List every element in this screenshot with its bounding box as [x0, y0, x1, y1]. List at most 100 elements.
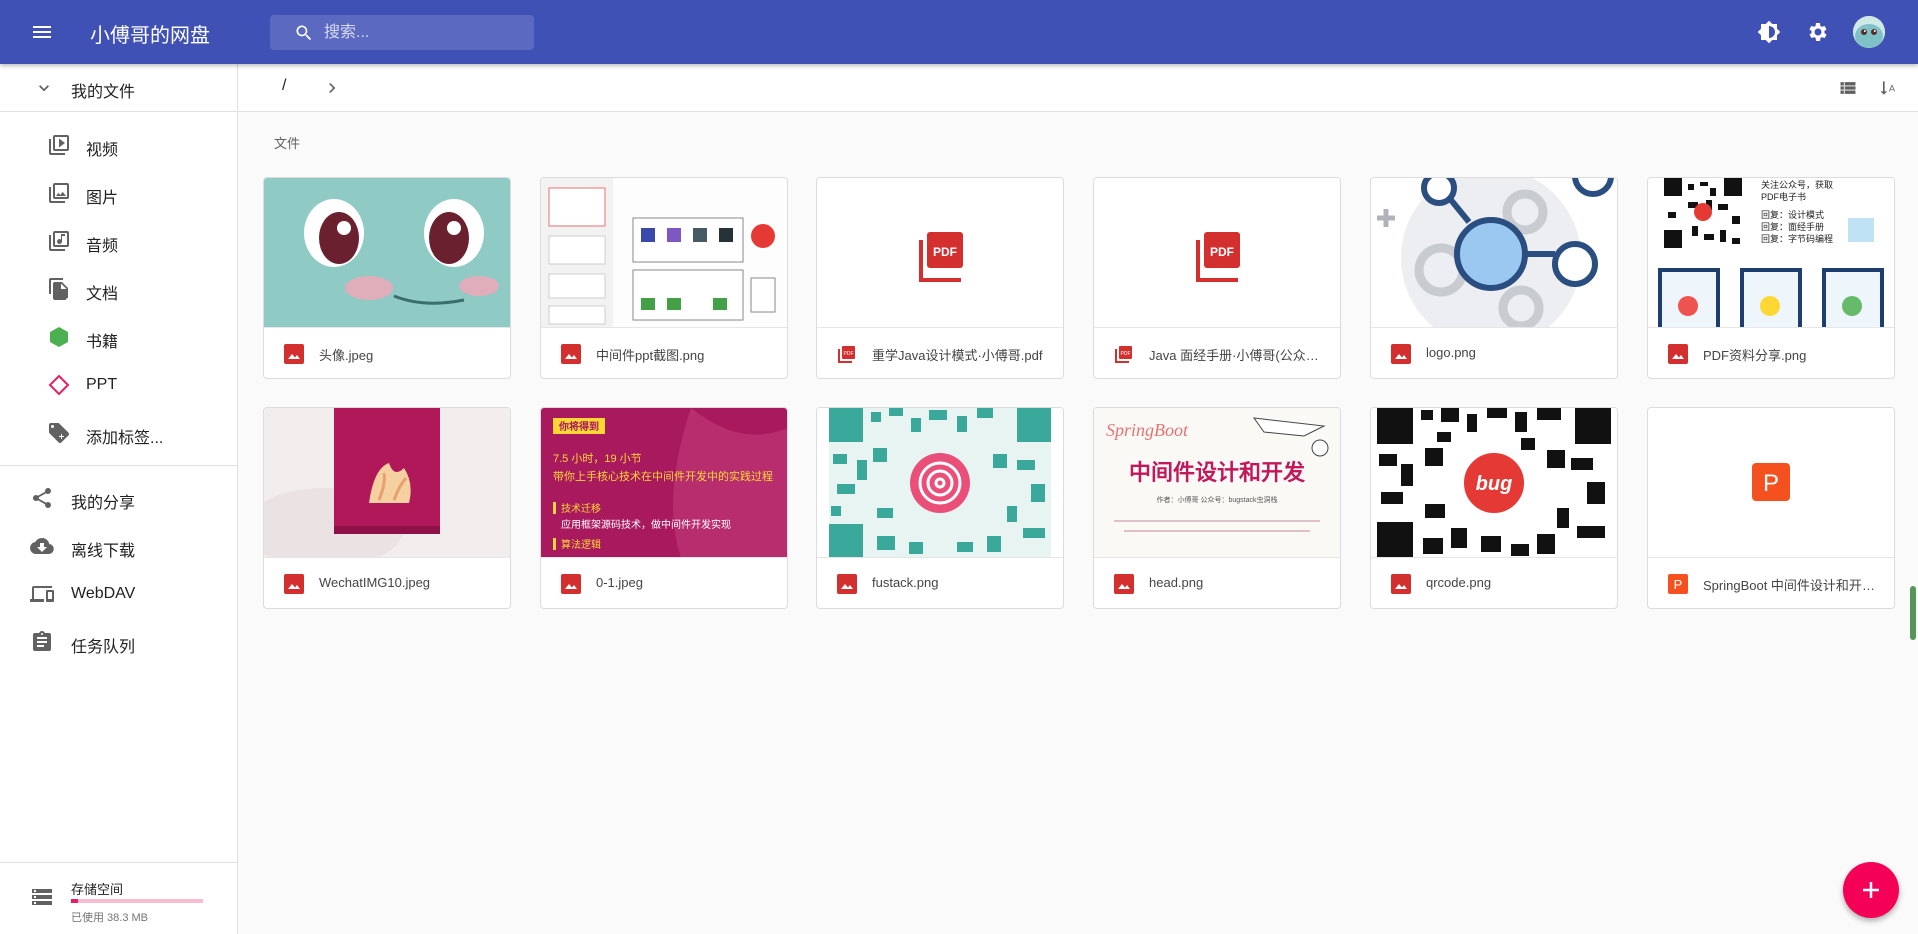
image-file-icon: [561, 344, 581, 364]
thumb-text: 中间件设计和开发: [1129, 460, 1306, 486]
thumb-text: 回复：设计模式: [1761, 209, 1824, 220]
search-input[interactable]: [324, 15, 524, 50]
pdf-badge-text: PDF: [933, 245, 957, 259]
storage-label: 存储空间: [71, 882, 124, 897]
file-card[interactable]: bug qrcode.png: [1370, 407, 1618, 609]
sort-alpha-icon[interactable]: A: [1878, 78, 1898, 98]
sidebar-item-label: 任务队列: [71, 639, 136, 656]
file-thumbnail: SpringBoot 中间件设计和开发 作者：小傅哥 公众号：bugstack虫…: [1094, 408, 1340, 558]
divider: [0, 465, 237, 466]
sidebar-item-my-share[interactable]: 我的分享: [0, 474, 237, 522]
file-card[interactable]: SpringBoot 中间件设计和开发 作者：小傅哥 公众号：bugstack虫…: [1093, 407, 1341, 609]
my-files-header[interactable]: 我的文件: [0, 64, 237, 112]
file-thumbnail: PDF: [817, 178, 1063, 328]
avatar[interactable]: [1853, 16, 1885, 48]
file-name: 头像.jpeg: [319, 348, 374, 363]
pdf-badge-small: PDF: [844, 351, 854, 357]
file-card[interactable]: WechatIMG10.jpeg: [263, 407, 511, 609]
sidebar-item-books[interactable]: 书籍: [0, 313, 237, 361]
file-name: qrcode.png: [1426, 575, 1492, 590]
file-name: fustack.png: [872, 575, 939, 590]
sidebar-item-offline-download[interactable]: 离线下载: [0, 522, 237, 570]
image-file-icon: [1668, 344, 1688, 364]
files-section-label: 文件: [274, 136, 301, 151]
sidebar-item-video[interactable]: 视频: [0, 121, 237, 169]
file-thumbnail: 你将得到 7.5 小时，19 小节 带你上手核心技术在中间件开发中的实践过程 技…: [541, 408, 787, 558]
settings-icon[interactable]: [1805, 20, 1829, 44]
file-card[interactable]: 中间件ppt截图.png: [540, 177, 788, 379]
sidebar-item-label: 图片: [86, 190, 119, 207]
ppt-file-icon: P: [1668, 574, 1688, 594]
file-card[interactable]: logo.png: [1370, 177, 1618, 379]
storage-progress-bar: [71, 899, 203, 903]
my-files-label: 我的文件: [71, 84, 136, 101]
thumb-text: SpringBoot: [1106, 420, 1189, 440]
storage-used-text: 已使用 38.3 MB: [71, 912, 149, 924]
thumb-text: 你将得到: [558, 420, 599, 433]
video-library-icon: [49, 135, 69, 155]
sidebar-item-label: WebDAV: [71, 585, 136, 602]
file-card[interactable]: PDF PDF Java 面经手册·小傅哥(公众号：bugstack虫洞栈).p…: [1093, 177, 1341, 379]
file-card[interactable]: 头像.jpeg: [263, 177, 511, 379]
thumb-text: 回复：字节码编程: [1761, 233, 1833, 244]
sidebar-item-docs[interactable]: 文档: [0, 265, 237, 313]
photo-library-icon: [49, 183, 69, 203]
chevron-down-icon[interactable]: [34, 78, 54, 98]
file-thumbnail: bug: [1371, 408, 1617, 558]
file-card[interactable]: 关注公众号，获取 PDF电子书 回复：设计模式 回复：面经手册 回复：字节码编程…: [1647, 177, 1895, 379]
breadcrumb-root[interactable]: /: [282, 77, 286, 95]
sidebar-item-label: 我的分享: [71, 495, 136, 512]
file-thumbnail: [817, 408, 1063, 558]
sidebar-item-task-queue[interactable]: 任务队列: [0, 618, 237, 666]
music-library-icon: [49, 231, 69, 251]
sidebar-item-webdav[interactable]: WebDAV: [0, 570, 237, 618]
sidebar-item-label: 添加标签...: [86, 430, 164, 447]
scrollbar-thumb[interactable]: [1910, 586, 1916, 640]
tag-add-icon: [49, 423, 69, 444]
sidebar-item-label: 书籍: [86, 334, 119, 351]
thumb-text: 关注公众号，获取: [1761, 179, 1833, 190]
file-card[interactable]: fustack.png: [816, 407, 1064, 609]
search-box[interactable]: [270, 15, 534, 50]
image-file-icon: [284, 574, 304, 594]
file-card[interactable]: PDF PDF 重学Java设计模式·小傅哥.pdf: [816, 177, 1064, 379]
theme-icon[interactable]: [1757, 20, 1781, 44]
share-icon: [32, 487, 51, 508]
file-name: Java 面经手册·小傅哥(公众号：bugstack虫洞栈).pdf: [1149, 348, 1329, 363]
storage-panel[interactable]: 存储空间 已使用 38.3 MB: [0, 862, 237, 934]
menu-icon[interactable]: [30, 20, 54, 44]
image-file-icon: [1391, 574, 1411, 594]
thumb-text: 作者：小傅哥 公众号：bugstack虫洞栈: [1157, 495, 1278, 504]
sidebar-item-ppt[interactable]: PPT: [0, 361, 237, 409]
file-name: logo.png: [1426, 345, 1476, 360]
file-name: WechatIMG10.jpeg: [319, 575, 431, 590]
storage-icon: [32, 889, 52, 905]
file-thumbnail: [264, 408, 510, 558]
file-name: 0-1.jpeg: [596, 575, 643, 590]
file-card[interactable]: 你将得到 7.5 小时，19 小节 带你上手核心技术在中间件开发中的实践过程 技…: [540, 407, 788, 609]
image-file-icon: [561, 574, 581, 594]
file-name: head.png: [1149, 575, 1204, 590]
sidebar-item-image[interactable]: 图片: [0, 169, 237, 217]
file-thumbnail: [1371, 178, 1617, 328]
list-view-icon[interactable]: [1838, 78, 1858, 98]
chevron-right-icon[interactable]: [322, 78, 342, 98]
image-file-icon: [837, 574, 857, 594]
pdf-file-icon: PDF: [1115, 346, 1132, 363]
add-button[interactable]: [1843, 862, 1899, 918]
sidebar-item-label: 文档: [86, 286, 119, 303]
thumb-text: 回复：面经手册: [1761, 221, 1824, 232]
thumb-text: 技术迁移: [561, 502, 601, 515]
thumb-text: 算法逻辑: [561, 538, 601, 551]
file-copy-icon: [49, 278, 68, 300]
file-card[interactable]: P P SpringBoot 中间件设计和开发.pptx: [1647, 407, 1895, 609]
app-title: 小傅哥的网盘: [90, 25, 210, 47]
app-bar: 小傅哥的网盘: [0, 0, 1918, 64]
thumb-text: PDF电子书: [1761, 191, 1806, 202]
sidebar-item-add-tag[interactable]: 添加标签...: [0, 409, 237, 457]
devices-icon: [30, 586, 54, 602]
image-file-icon: [1114, 574, 1134, 594]
hexagon-icon: [50, 327, 68, 347]
sidebar-item-audio[interactable]: 音频: [0, 217, 237, 265]
image-file-icon: [1391, 344, 1411, 364]
